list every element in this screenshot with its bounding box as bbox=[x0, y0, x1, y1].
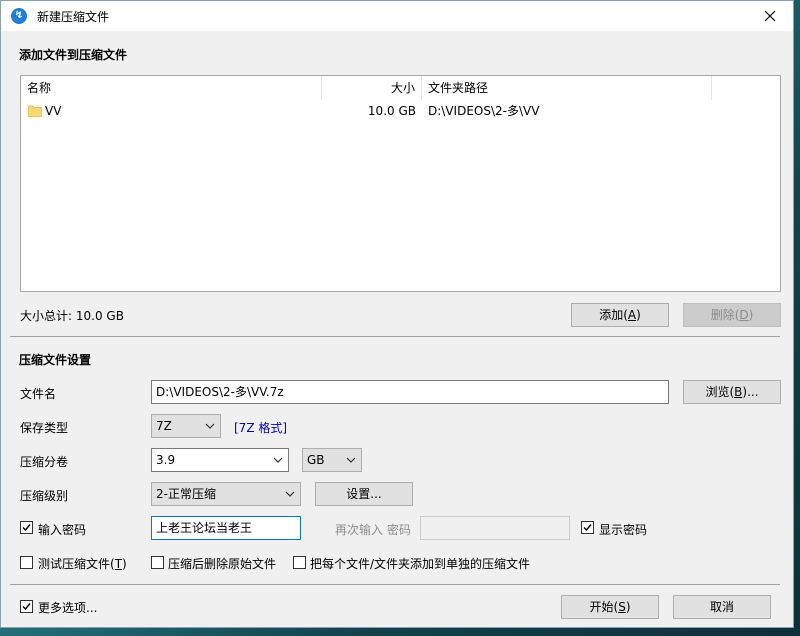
delete-button[interactable]: 删除(D) bbox=[683, 303, 781, 327]
column-header-path[interactable]: 文件夹路径 bbox=[422, 76, 712, 100]
title-bar[interactable]: ↯ 新建压缩文件 bbox=[1, 1, 793, 31]
window-title: 新建压缩文件 bbox=[37, 10, 110, 24]
app-logo-icon: ↯ bbox=[11, 8, 27, 24]
checkmark-icon bbox=[22, 603, 31, 611]
column-header-size[interactable]: 大小 bbox=[322, 76, 422, 100]
delete-after-label: 压缩后删除原始文件 bbox=[168, 557, 277, 571]
close-button[interactable] bbox=[747, 1, 793, 31]
footer-divider bbox=[10, 584, 780, 585]
delete-after-checkbox[interactable] bbox=[151, 556, 164, 569]
file-list[interactable]: 名称 大小 文件夹路径 VV 10.0 GB D:\VIDEOS\2-多\VV bbox=[20, 75, 781, 292]
chevron-down-icon bbox=[346, 457, 356, 463]
test-archive-checkbox[interactable] bbox=[20, 556, 33, 569]
settings-button[interactable]: 设置... bbox=[315, 482, 413, 506]
chevron-down-icon bbox=[285, 491, 295, 497]
split-size-combo[interactable]: 3.9 bbox=[151, 448, 289, 472]
chevron-down-icon bbox=[273, 457, 283, 463]
total-size: 大小总计: 10.0 GB bbox=[20, 309, 124, 323]
close-icon bbox=[764, 10, 776, 22]
file-list-header: 名称 大小 文件夹路径 bbox=[21, 76, 780, 100]
more-options-checkbox[interactable] bbox=[20, 600, 33, 613]
split-label: 压缩分卷 bbox=[20, 455, 69, 469]
chevron-down-icon bbox=[205, 423, 215, 429]
split-unit-select[interactable]: GB bbox=[302, 448, 362, 472]
save-type-label: 保存类型 bbox=[20, 421, 69, 435]
table-row[interactable]: VV 10.0 GB D:\VIDEOS\2-多\VV bbox=[21, 100, 780, 122]
more-options-label: 更多选项... bbox=[38, 601, 98, 615]
add-files-section-title: 添加文件到压缩文件 bbox=[19, 48, 128, 62]
section-divider bbox=[10, 336, 780, 337]
cancel-button[interactable]: 取消 bbox=[673, 595, 771, 619]
compress-dialog: ↯ 新建压缩文件 添加文件到压缩文件 名称 大小 文件夹路径 VV 10.0 G… bbox=[0, 0, 794, 628]
password-input[interactable]: 上老王论坛当老王 bbox=[151, 516, 301, 540]
test-archive-label: 测试压缩文件(T) bbox=[38, 557, 127, 571]
separate-archives-label: 把每个文件/文件夹添加到单独的压缩文件 bbox=[310, 557, 531, 571]
file-size: 10.0 GB bbox=[367, 104, 416, 118]
checkmark-icon bbox=[583, 524, 592, 532]
file-name: VV bbox=[45, 104, 62, 118]
add-button[interactable]: 添加(A) bbox=[571, 303, 669, 327]
confirm-password-input[interactable] bbox=[420, 516, 570, 540]
format-link[interactable]: [7Z 格式] bbox=[234, 419, 287, 436]
filename-input[interactable]: D:\VIDEOS\2-多\VV.7z bbox=[151, 380, 669, 404]
level-select[interactable]: 2-正常压缩 bbox=[151, 482, 301, 506]
password-label: 输入密码 bbox=[38, 523, 87, 537]
password-checkbox[interactable] bbox=[20, 521, 33, 534]
level-label: 压缩级别 bbox=[20, 489, 69, 503]
separate-archives-checkbox[interactable] bbox=[293, 556, 306, 569]
confirm-password-label: 再次输入 密码 bbox=[335, 523, 411, 537]
column-header-name[interactable]: 名称 bbox=[21, 76, 322, 100]
settings-section-title: 压缩文件设置 bbox=[19, 353, 92, 367]
show-password-label: 显示密码 bbox=[599, 523, 648, 537]
start-button[interactable]: 开始(S) bbox=[561, 595, 659, 619]
save-type-select[interactable]: 7Z bbox=[151, 414, 221, 438]
browse-button[interactable]: 浏览(B)... bbox=[683, 380, 781, 404]
folder-icon bbox=[28, 105, 42, 117]
filename-label: 文件名 bbox=[20, 387, 57, 401]
show-password-checkbox[interactable] bbox=[581, 521, 594, 534]
file-path: D:\VIDEOS\2-多\VV bbox=[428, 104, 540, 118]
checkmark-icon bbox=[22, 524, 31, 532]
